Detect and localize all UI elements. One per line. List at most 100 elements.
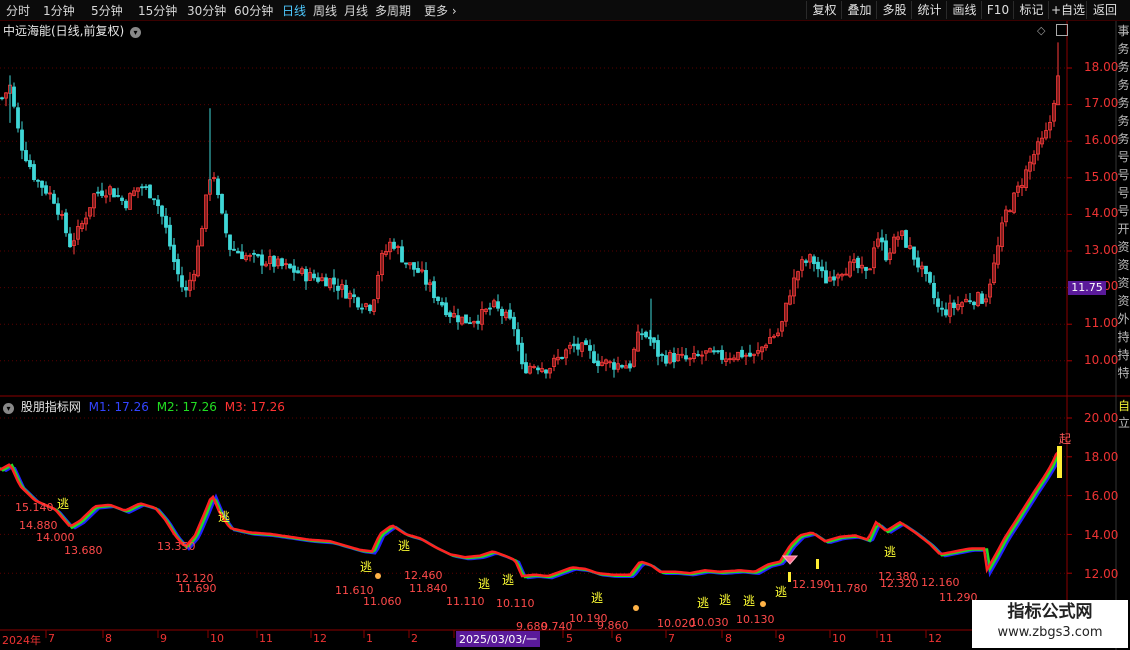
candle-body: [404, 262, 408, 265]
date-label: 6: [615, 632, 622, 645]
draw-line-button[interactable]: 画线: [946, 1, 982, 19]
candle-body: [588, 345, 592, 351]
candle-body: [628, 363, 632, 369]
indicator-tick: 14.00: [1084, 528, 1119, 542]
overlay-button[interactable]: 叠加: [841, 1, 877, 19]
candle-body: [172, 244, 176, 263]
restore-rights-button[interactable]: 复权: [806, 1, 842, 19]
period-tab-1min[interactable]: 1分钟: [43, 2, 75, 19]
candle-body: [560, 356, 564, 359]
low-label: 10.030: [690, 616, 729, 629]
candle-body: [516, 329, 520, 345]
period-tab-60min[interactable]: 60分钟: [234, 2, 273, 19]
candle-body: [644, 331, 648, 338]
current-price-tag: 11.75: [1068, 281, 1106, 295]
candle-body: [980, 293, 984, 304]
escape-label: 逃: [719, 593, 732, 607]
low-label: 11.110: [446, 595, 485, 608]
candle-body: [884, 240, 888, 261]
stock-title: 中远海能(日线,前复权): [3, 24, 125, 38]
period-tab-daily[interactable]: 日线: [282, 2, 306, 19]
date-label: 11: [259, 632, 273, 645]
candle-body: [224, 213, 228, 234]
candle-body: [804, 260, 808, 263]
date-label: 11: [879, 632, 893, 645]
candle-body: [572, 343, 576, 347]
candle-body: [296, 270, 300, 274]
candle-body: [968, 300, 972, 303]
date-cursor-label: 2025/03/03/一: [456, 631, 541, 647]
candle-body: [368, 304, 372, 312]
candle-body: [928, 272, 932, 283]
candle-body: [524, 362, 528, 374]
indicator-header: ▾ 股朋指标网 M1: 17.26 M2: 17.26 M3: 17.26: [3, 398, 285, 415]
window-toggle-icon[interactable]: [1056, 24, 1068, 36]
period-tab-more[interactable]: 更多 ›: [424, 2, 457, 19]
candle-body: [252, 252, 256, 255]
candle-body: [712, 350, 716, 353]
escape-label: 逃: [502, 573, 515, 587]
candle-body: [160, 205, 164, 217]
candle-body: [456, 315, 460, 323]
diamond-icon[interactable]: ◇: [1037, 24, 1045, 37]
watermark-url: www.zbgs3.com: [997, 625, 1103, 640]
candle-body: [44, 185, 48, 194]
back-button[interactable]: 返回: [1086, 1, 1123, 19]
add-watchlist-button[interactable]: +自选: [1048, 1, 1087, 19]
candle-body: [16, 107, 20, 129]
right-edge-char: 外: [1117, 312, 1130, 326]
candle-body: [400, 246, 404, 263]
escape-label: 逃: [218, 510, 231, 524]
candle-body: [536, 367, 540, 371]
period-tab-30min[interactable]: 30分钟: [187, 2, 226, 19]
candle-body: [424, 270, 428, 285]
right-edge-char: 资: [1117, 258, 1130, 272]
candle-body: [904, 230, 908, 248]
candle-body: [432, 281, 436, 299]
candle-body: [220, 193, 224, 214]
side-tag-char: 自: [1118, 399, 1130, 413]
candle-body: [184, 286, 188, 291]
period-tab-weekly[interactable]: 周线: [313, 2, 337, 19]
chevron-down-icon[interactable]: ▾: [3, 403, 14, 414]
candle-body: [500, 308, 504, 316]
candle-body: [656, 340, 660, 357]
chart-frame: [0, 21, 1130, 650]
candle-body: [52, 193, 56, 204]
period-tab-timeshare[interactable]: 分时: [6, 2, 30, 19]
period-tab-monthly[interactable]: 月线: [344, 2, 368, 19]
chart-area[interactable]: [0, 21, 1130, 650]
date-label: 7: [48, 632, 55, 645]
start-label: 起: [1059, 432, 1072, 446]
multi-stock-button[interactable]: 多股: [876, 1, 912, 19]
candle-body: [464, 314, 468, 324]
statistics-button[interactable]: 统计: [911, 1, 947, 19]
period-tab-5min[interactable]: 5分钟: [91, 2, 123, 19]
right-edge-char: 号: [1117, 186, 1130, 200]
candle-body: [824, 270, 828, 284]
candle-body: [392, 241, 396, 249]
low-label: 10.110: [496, 597, 535, 610]
candle-body: [416, 268, 420, 273]
date-label: 10: [832, 632, 846, 645]
candle-body: [68, 233, 72, 248]
candle-body: [120, 197, 124, 201]
f10-button[interactable]: F10: [981, 1, 1014, 19]
candle-body: [324, 277, 328, 287]
indicator-tick: 12.00: [1084, 567, 1119, 581]
candle-body: [444, 302, 448, 316]
period-tab-15min[interactable]: 15分钟: [138, 2, 177, 19]
candle-body: [164, 215, 168, 228]
indicator-tick: 16.00: [1084, 489, 1119, 503]
candle-body: [216, 178, 220, 196]
candle-body: [912, 246, 916, 260]
date-label: 10: [210, 632, 224, 645]
candle-body: [0, 97, 4, 100]
period-tab-multi[interactable]: 多周期: [375, 2, 411, 19]
chevron-down-icon[interactable]: ▾: [130, 27, 142, 38]
candle-body: [816, 261, 820, 270]
escape-label: 逃: [591, 591, 604, 605]
mark-button[interactable]: 标记: [1013, 1, 1049, 19]
runner-icon: [375, 573, 381, 579]
candle-body: [448, 312, 452, 317]
